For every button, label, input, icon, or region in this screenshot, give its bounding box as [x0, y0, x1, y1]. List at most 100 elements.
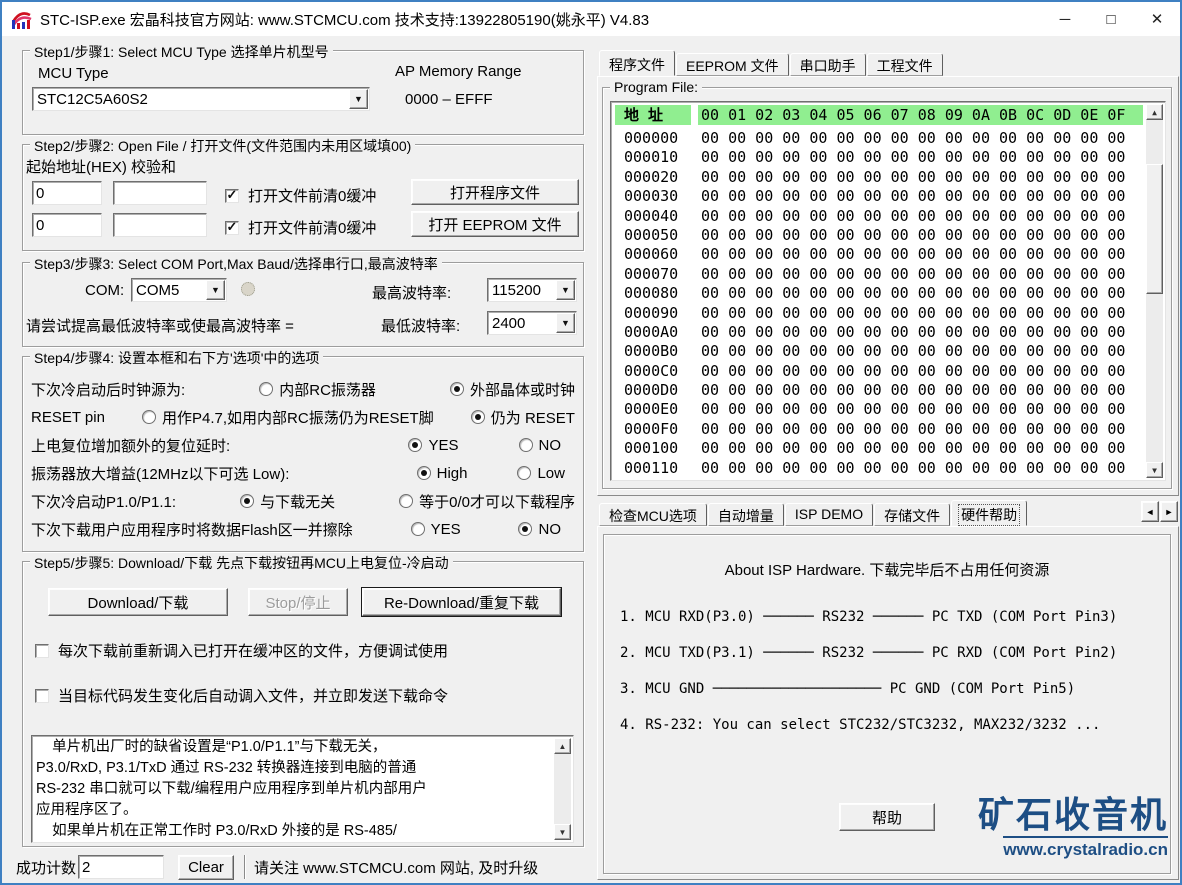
radio-icon[interactable]: [410, 522, 425, 536]
hex-row-address: 000030: [624, 187, 679, 206]
open-eeprom-file-button[interactable]: 打开 EEPROM 文件: [411, 211, 579, 237]
stop-button[interactable]: Stop/停止: [248, 588, 348, 616]
chevron-down-icon[interactable]: ▼: [206, 280, 225, 300]
redownload-button[interactable]: Re-Download/重复下载: [361, 587, 562, 617]
radio-option[interactable]: 等于0/0才可以下载程序: [399, 491, 575, 512]
main-content: Step1/步骤1: Select MCU Type 选择单片机型号 MCU T…: [2, 36, 1180, 883]
tab-serial-assistant[interactable]: 串口助手: [789, 53, 866, 76]
radio-icon[interactable]: [517, 466, 532, 480]
tab-program-file[interactable]: 程序文件: [599, 50, 675, 76]
success-count-input[interactable]: [78, 855, 165, 879]
hex-row-values: 00 00 00 00 00 00 00 00 00 00 00 00 00 0…: [701, 225, 1126, 244]
chevron-down-icon[interactable]: ▼: [556, 313, 575, 333]
tab-scroll-right-icon[interactable]: ►: [1160, 501, 1178, 522]
hex-row-values: 00 00 00 00 00 00 00 00 00 00 00 00 00 0…: [701, 419, 1126, 438]
radio-icon[interactable]: [518, 522, 533, 536]
option-row-reset-delay: 上电复位增加额外的复位延时: YES NO: [31, 431, 575, 459]
scroll-down-icon[interactable]: ▼: [554, 824, 571, 840]
chevron-down-icon[interactable]: ▼: [556, 280, 575, 300]
scroll-down-icon[interactable]: ▼: [1146, 462, 1163, 478]
tab-eeprom-file[interactable]: EEPROM 文件: [676, 53, 789, 76]
tab-hardware-help[interactable]: 硬件帮助: [951, 500, 1028, 526]
hex-row: 000090 00 00 00 00 00 00 00 00 00 00 00 0…: [615, 304, 1143, 323]
min-baud-select[interactable]: 2400 ▼: [487, 311, 577, 335]
auto-reload-on-change-option[interactable]: 当目标代码发生变化后自动调入文件，并立即发送下载命令: [35, 685, 448, 706]
radio-icon[interactable]: [399, 494, 414, 508]
checkbox-icon[interactable]: [225, 188, 239, 203]
step5-group: Step5/步骤5: Download/下载 先点下载按钮再MCU上电复位-冷启…: [22, 553, 584, 847]
help-button[interactable]: 帮助: [839, 803, 935, 831]
info-text: 单片机出厂时的缺省设置是“P1.0/P1.1”与下载无关， P3.0/RxD, …: [36, 739, 427, 839]
com-port-select[interactable]: COM5 ▼: [131, 278, 227, 302]
com-port-value: COM5: [136, 281, 180, 299]
scroll-up-icon[interactable]: ▲: [554, 738, 571, 754]
hex-scrollbar[interactable]: ▲ ▼: [1146, 104, 1163, 478]
radio-icon[interactable]: [240, 494, 255, 508]
hex-row-address: 0000C0: [624, 361, 679, 380]
checksum-input-1[interactable]: [113, 181, 207, 205]
minimize-button[interactable]: ─: [1042, 2, 1088, 36]
tab-scroll-left-icon[interactable]: ◄: [1141, 501, 1159, 522]
radio-option[interactable]: YES: [410, 521, 461, 538]
radio-icon[interactable]: [449, 382, 464, 396]
radio-option[interactable]: Low: [517, 465, 565, 482]
radio-icon[interactable]: [416, 466, 431, 480]
radio-option[interactable]: YES: [408, 437, 459, 454]
radio-label: 内部RC振荡器: [279, 381, 376, 399]
hex-row-values: 00 00 00 00 00 00 00 00 00 00 00 00 00 0…: [701, 206, 1126, 225]
clear-count-button[interactable]: Clear: [178, 854, 235, 880]
radio-option[interactable]: NO: [518, 437, 561, 454]
clear-buffer-option-1[interactable]: 打开文件前清0缓冲: [225, 185, 376, 206]
com-label: COM:: [85, 282, 125, 299]
radio-icon[interactable]: [259, 382, 274, 396]
tab-storage-file[interactable]: 存储文件: [874, 503, 951, 526]
checksum-input-2[interactable]: [113, 213, 207, 237]
option-label: 下次冷启动后时钟源为:: [31, 381, 186, 399]
checkbox-icon[interactable]: [35, 643, 49, 658]
info-scrollbar[interactable]: ▲ ▼: [554, 738, 571, 840]
hw-connection-line-2: 2. MCU TXD(P3.1) ────── RS232 ────── PC …: [620, 645, 1118, 661]
checkbox-icon[interactable]: [225, 220, 239, 235]
radio-option[interactable]: 与下载无关: [240, 491, 335, 512]
radio-icon[interactable]: [518, 438, 533, 452]
info-textbox: 单片机出厂时的缺省设置是“P1.0/P1.1”与下载无关， P3.0/RxD, …: [31, 735, 574, 843]
hex-row-address: 000110: [624, 458, 679, 477]
radio-option[interactable]: 用作P4.7,如用内部RC振荡仍为RESET脚: [142, 407, 434, 428]
checkbox-icon[interactable]: [35, 688, 49, 703]
maximize-button[interactable]: □: [1088, 2, 1134, 36]
tab-check-mcu-options[interactable]: 检查MCU选项: [599, 503, 707, 526]
hex-row: 0000E0 00 00 00 00 00 00 00 00 00 00 00 0…: [615, 400, 1143, 419]
radio-label: 与下载无关: [260, 493, 336, 511]
radio-icon[interactable]: [470, 410, 485, 424]
step5-title: Step5/步骤5: Download/下载 先点下载按钮再MCU上电复位-冷启…: [30, 553, 453, 573]
clear-buffer-option-2[interactable]: 打开文件前清0缓冲: [225, 217, 376, 238]
reload-before-download-option[interactable]: 每次下载前重新调入已打开在缓冲区的文件，方便调试使用: [35, 640, 448, 661]
scroll-thumb[interactable]: [1146, 164, 1163, 294]
radio-option[interactable]: NO: [518, 521, 561, 538]
tab-auto-increment[interactable]: 自动增量: [707, 503, 784, 526]
radio-option[interactable]: High: [416, 465, 467, 482]
tab-project-file[interactable]: 工程文件: [866, 53, 943, 76]
chevron-down-icon[interactable]: ▼: [349, 89, 368, 109]
radio-icon[interactable]: [408, 438, 423, 452]
radio-option[interactable]: 仍为 RESET: [470, 407, 575, 428]
start-addr-input-2[interactable]: [32, 213, 102, 237]
radio-icon[interactable]: [142, 410, 157, 424]
hex-row-address: 0000F0: [624, 419, 679, 438]
download-button[interactable]: Download/下载: [48, 588, 228, 616]
clear-buffer-label: 打开文件前清0缓冲: [248, 220, 377, 237]
radio-option[interactable]: 内部RC振荡器: [259, 379, 376, 400]
hex-row-values: 00 00 00 00 00 00 00 00 00 00 00 00 00 0…: [701, 400, 1126, 419]
radio-option[interactable]: 外部晶体或时钟: [449, 379, 575, 400]
status-notice: 请关注 www.STCMCU.com 网站, 及时升级: [254, 859, 539, 877]
mcu-type-select[interactable]: STC12C5A60S2 ▼: [32, 87, 370, 111]
close-button[interactable]: ✕: [1134, 2, 1180, 36]
start-addr-input-1[interactable]: [32, 181, 102, 205]
option-row-erase-flash: 下次下载用户应用程序时将数据Flash区一并擦除 YES NO: [31, 515, 575, 543]
hex-address-header: 地 址: [615, 105, 691, 125]
max-baud-select[interactable]: 115200 ▼: [487, 278, 577, 302]
scroll-up-icon[interactable]: ▲: [1146, 104, 1163, 120]
open-program-file-button[interactable]: 打开程序文件: [411, 179, 579, 205]
tab-isp-demo[interactable]: ISP DEMO: [784, 503, 874, 526]
hex-row: 000040 00 00 00 00 00 00 00 00 00 00 00 0…: [615, 207, 1143, 226]
